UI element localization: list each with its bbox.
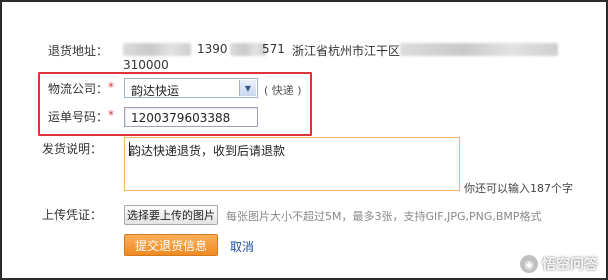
- shipping-note-value: 韵达快递退货，收到后请退款: [129, 144, 286, 158]
- logistics-company-select[interactable]: 韵达快运 ▼: [124, 78, 258, 98]
- tracking-number-input[interactable]: 1200379603388: [124, 107, 258, 127]
- watermark: ◉ 悟空问答: [520, 254, 598, 274]
- return-address-zip: 310000: [123, 58, 169, 72]
- shipping-note-textarea[interactable]: 韵达快递退货，收到后请退款: [124, 137, 460, 191]
- shipping-note-label: 发货说明：: [42, 142, 103, 156]
- tracking-number-value: 1200379603388: [131, 111, 231, 125]
- return-address-city: 浙江省杭州市江干区: [292, 44, 401, 58]
- character-counter: 你还可以输入187个字: [464, 182, 573, 195]
- redacted-street: [400, 43, 558, 56]
- redacted-name: [123, 43, 191, 56]
- return-address-phone: 1390: [197, 42, 228, 56]
- logistics-type-hint: ( 快递 ): [264, 84, 302, 97]
- return-address-label: 退货地址：: [48, 44, 109, 58]
- upload-proof-label: 上传凭证：: [42, 208, 103, 222]
- redacted-phone-middle: [230, 43, 266, 56]
- upload-hint: 每张图片大小不超过5M，最多3张，支持GIF,JPG,PNG,BMP格式: [226, 210, 542, 223]
- return-address-phone-suffix: 571: [262, 42, 285, 56]
- required-mark: *: [108, 108, 114, 122]
- wukong-logo-icon: ◉: [520, 255, 538, 273]
- cancel-link[interactable]: 取消: [230, 238, 254, 255]
- chevron-down-icon[interactable]: ▼: [239, 80, 256, 96]
- logistics-company-value: 韵达快运: [131, 84, 180, 98]
- required-mark: *: [108, 80, 114, 94]
- text-caret: [129, 142, 130, 156]
- tracking-number-label: 运单号码：: [48, 110, 109, 124]
- return-form-panel: 退货地址： 1390 571 浙江省杭州市江干区 310000 物流公司： * …: [0, 0, 608, 280]
- submit-return-button[interactable]: 提交退货信息: [124, 234, 218, 256]
- watermark-text: 悟空问答: [542, 257, 598, 273]
- choose-image-button[interactable]: 选择要上传的图片: [124, 205, 218, 225]
- logistics-company-label: 物流公司：: [48, 82, 109, 96]
